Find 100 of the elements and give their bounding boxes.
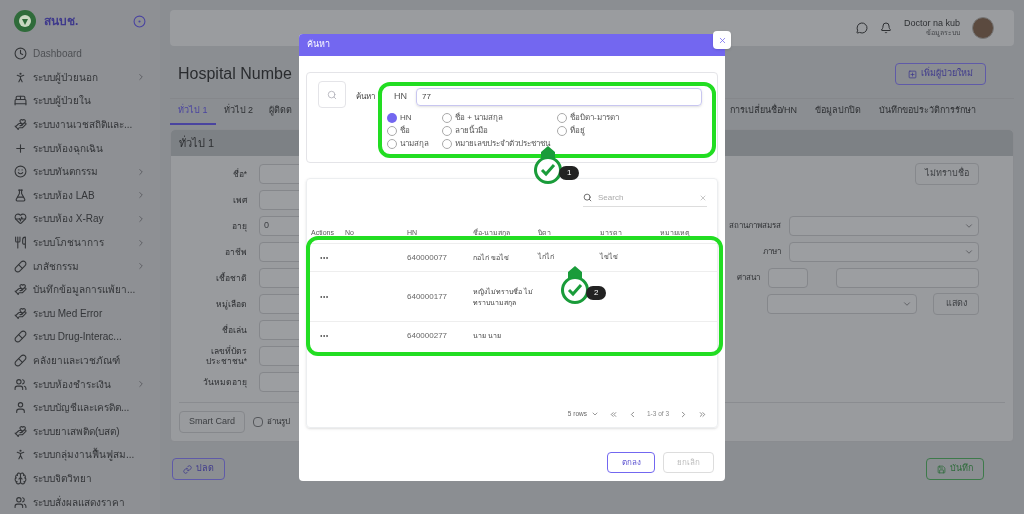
sidebar-item[interactable]: ระบบผู้ป่วยใน xyxy=(14,89,146,113)
dialog-title: ค้นหา xyxy=(307,38,330,52)
pill-icon xyxy=(14,354,27,367)
radio-option[interactable]: ชื่อบิดา-มารดา xyxy=(557,112,706,124)
table-cell-text: 640000277 xyxy=(407,329,449,342)
link-button[interactable]: ปลด xyxy=(172,458,225,480)
smile-icon xyxy=(14,165,27,179)
select-field[interactable] xyxy=(789,216,979,236)
logo-text: สนบช. xyxy=(44,13,79,30)
field-label: ชื่อ* xyxy=(231,169,248,179)
tab[interactable]: การเปลี่ยนชื่อ/HN xyxy=(721,99,805,125)
pill-icon xyxy=(14,259,27,273)
radio-option[interactable]: ลายนิ้วมือ xyxy=(442,125,557,137)
hand-heart-icon xyxy=(14,306,27,320)
field-label: ภาษา xyxy=(763,246,781,258)
field-label: วันหมดอายุ xyxy=(202,377,248,387)
field-label: เพศ xyxy=(232,195,248,205)
sidebar-item[interactable]: ระบบบัญชีและเครดิต... xyxy=(14,395,146,420)
pill-icon xyxy=(14,330,27,344)
plus-square-icon xyxy=(908,69,917,79)
sidebar-item[interactable]: ระบบห้องชำระเงิน xyxy=(14,372,146,396)
show-button[interactable]: แสดง xyxy=(933,293,979,315)
field-label: ชื่อเล่น xyxy=(221,325,248,335)
radio-option[interactable]: นามสกุล xyxy=(387,138,442,150)
chevron-down-icon xyxy=(964,247,974,257)
tab[interactable]: บันทึกขอประวัติการรักษา xyxy=(871,99,984,125)
radio-option[interactable]: ที่อยู่ xyxy=(557,125,706,137)
bell-icon[interactable] xyxy=(879,22,892,34)
smart-card-button[interactable]: Smart Card xyxy=(179,411,245,433)
chevron-down-icon xyxy=(902,299,912,309)
people-icon xyxy=(14,377,27,391)
sidebar-item[interactable]: ระบบห้อง LAB xyxy=(14,183,146,208)
unknown-name-button[interactable]: ไม่ทราบชื่อ xyxy=(915,163,979,185)
checkbox[interactable] xyxy=(253,417,263,427)
sidebar-item[interactable]: Dashboard xyxy=(14,42,146,66)
check-pin-icon xyxy=(560,266,590,306)
radio-option[interactable]: ชื่อ + นามสกุล xyxy=(442,112,557,124)
add-patient-button[interactable]: เพิ่มผู้ป่วยใหม่ xyxy=(895,63,986,85)
sidebar-item[interactable]: ระบบห้อง X-Ray xyxy=(14,207,146,231)
logo-icon xyxy=(14,10,36,32)
sidebar-item[interactable]: ระบบ Med Error xyxy=(14,301,146,326)
close-button[interactable] xyxy=(713,31,731,49)
sidebar-item[interactable]: ระบบผู้ป่วยนอก xyxy=(14,65,146,90)
field-label: HN xyxy=(394,90,408,104)
sidebar-item[interactable]: ระบบสั่งผลแสดงราคา xyxy=(14,490,146,514)
hand-heart-icon xyxy=(14,118,27,132)
person-icon xyxy=(14,401,27,415)
field-label: หมู่เลือด xyxy=(215,299,248,309)
sidebar-item[interactable]: เภสัชกรรม xyxy=(14,254,146,278)
radio-option[interactable]: HN xyxy=(387,112,442,124)
walking-person-icon xyxy=(14,70,27,84)
search-button[interactable] xyxy=(318,81,346,108)
link-icon xyxy=(183,464,192,474)
table-cell-text: 640000077 xyxy=(407,251,449,264)
sidebar-item[interactable]: ระบบห้องฉุกเฉิน xyxy=(14,136,146,160)
field-label: ศาสนา xyxy=(737,272,760,284)
toggle-icon[interactable] xyxy=(133,14,146,28)
next-page-icon[interactable] xyxy=(679,409,688,419)
save-icon xyxy=(937,464,946,474)
radio-option[interactable]: ชื่อ xyxy=(387,125,442,137)
field-label: อาชีพ xyxy=(224,247,248,257)
clear-icon[interactable] xyxy=(699,193,707,202)
heart-pulse-icon xyxy=(14,212,27,226)
hand-heart-icon xyxy=(14,283,27,297)
utensils-icon xyxy=(14,236,27,250)
field-label: สถานภาพสมรส xyxy=(729,220,781,232)
sidebar-item[interactable]: ระบบยาเสพติด(บสต) xyxy=(14,419,146,444)
tab[interactable]: ทั่วไป 2 xyxy=(215,99,262,125)
sidebar-item[interactable]: ระบบโภชนาการ xyxy=(14,230,146,255)
last-page-icon[interactable] xyxy=(698,409,707,419)
sidebar-item[interactable]: ระบบจิตวิทยา xyxy=(14,466,146,491)
tab[interactable]: ผู้ติดต xyxy=(261,99,301,125)
field-label: เลขที่บัตรประชาชน* xyxy=(204,346,248,366)
first-page-icon[interactable] xyxy=(608,409,618,419)
radio-option[interactable]: หมายเลขประจำตัวประชาชน xyxy=(442,138,557,150)
avatar[interactable] xyxy=(972,17,994,39)
search-label: ค้นหา xyxy=(356,91,376,103)
step-number: 2 xyxy=(586,286,607,300)
page-title: Hospital Numbe xyxy=(178,64,292,84)
tab[interactable]: ทั่วไป 1 xyxy=(170,99,216,125)
ok-button[interactable]: ตกลง xyxy=(607,452,655,473)
table-search-field[interactable]: Search xyxy=(583,189,707,207)
sidebar-item[interactable]: คลังยาและเวชภัณฑ์ xyxy=(14,348,146,373)
search-icon xyxy=(583,193,592,202)
select-field[interactable] xyxy=(767,294,917,314)
table-cell-text: 640000177 xyxy=(407,290,449,303)
user-name: Doctor na kub xyxy=(903,18,960,28)
tab[interactable]: ข้อมูลปกปิด xyxy=(807,99,869,125)
plus-icon xyxy=(14,141,27,155)
checkbox-label: อ่านรูป xyxy=(267,416,290,428)
chat-icon[interactable] xyxy=(855,22,868,34)
select-field[interactable] xyxy=(789,242,979,262)
search-input[interactable]: 77 xyxy=(416,88,702,106)
bed-icon xyxy=(14,94,27,108)
sidebar-item[interactable]: ระบบงานเวชสถิติและ... xyxy=(14,112,146,137)
sidebar-item[interactable]: ระบบทันตกรรม xyxy=(14,159,146,184)
flask-icon xyxy=(14,188,27,202)
sidebar-item[interactable]: ระบบกลุ่มงานฟื้นฟูสม... xyxy=(14,443,146,467)
sidebar-item[interactable]: ระบบ Drug-Interac... xyxy=(14,325,146,349)
sidebar-item[interactable]: บันทึกข้อมูลการแพ้ยา... xyxy=(14,277,146,302)
